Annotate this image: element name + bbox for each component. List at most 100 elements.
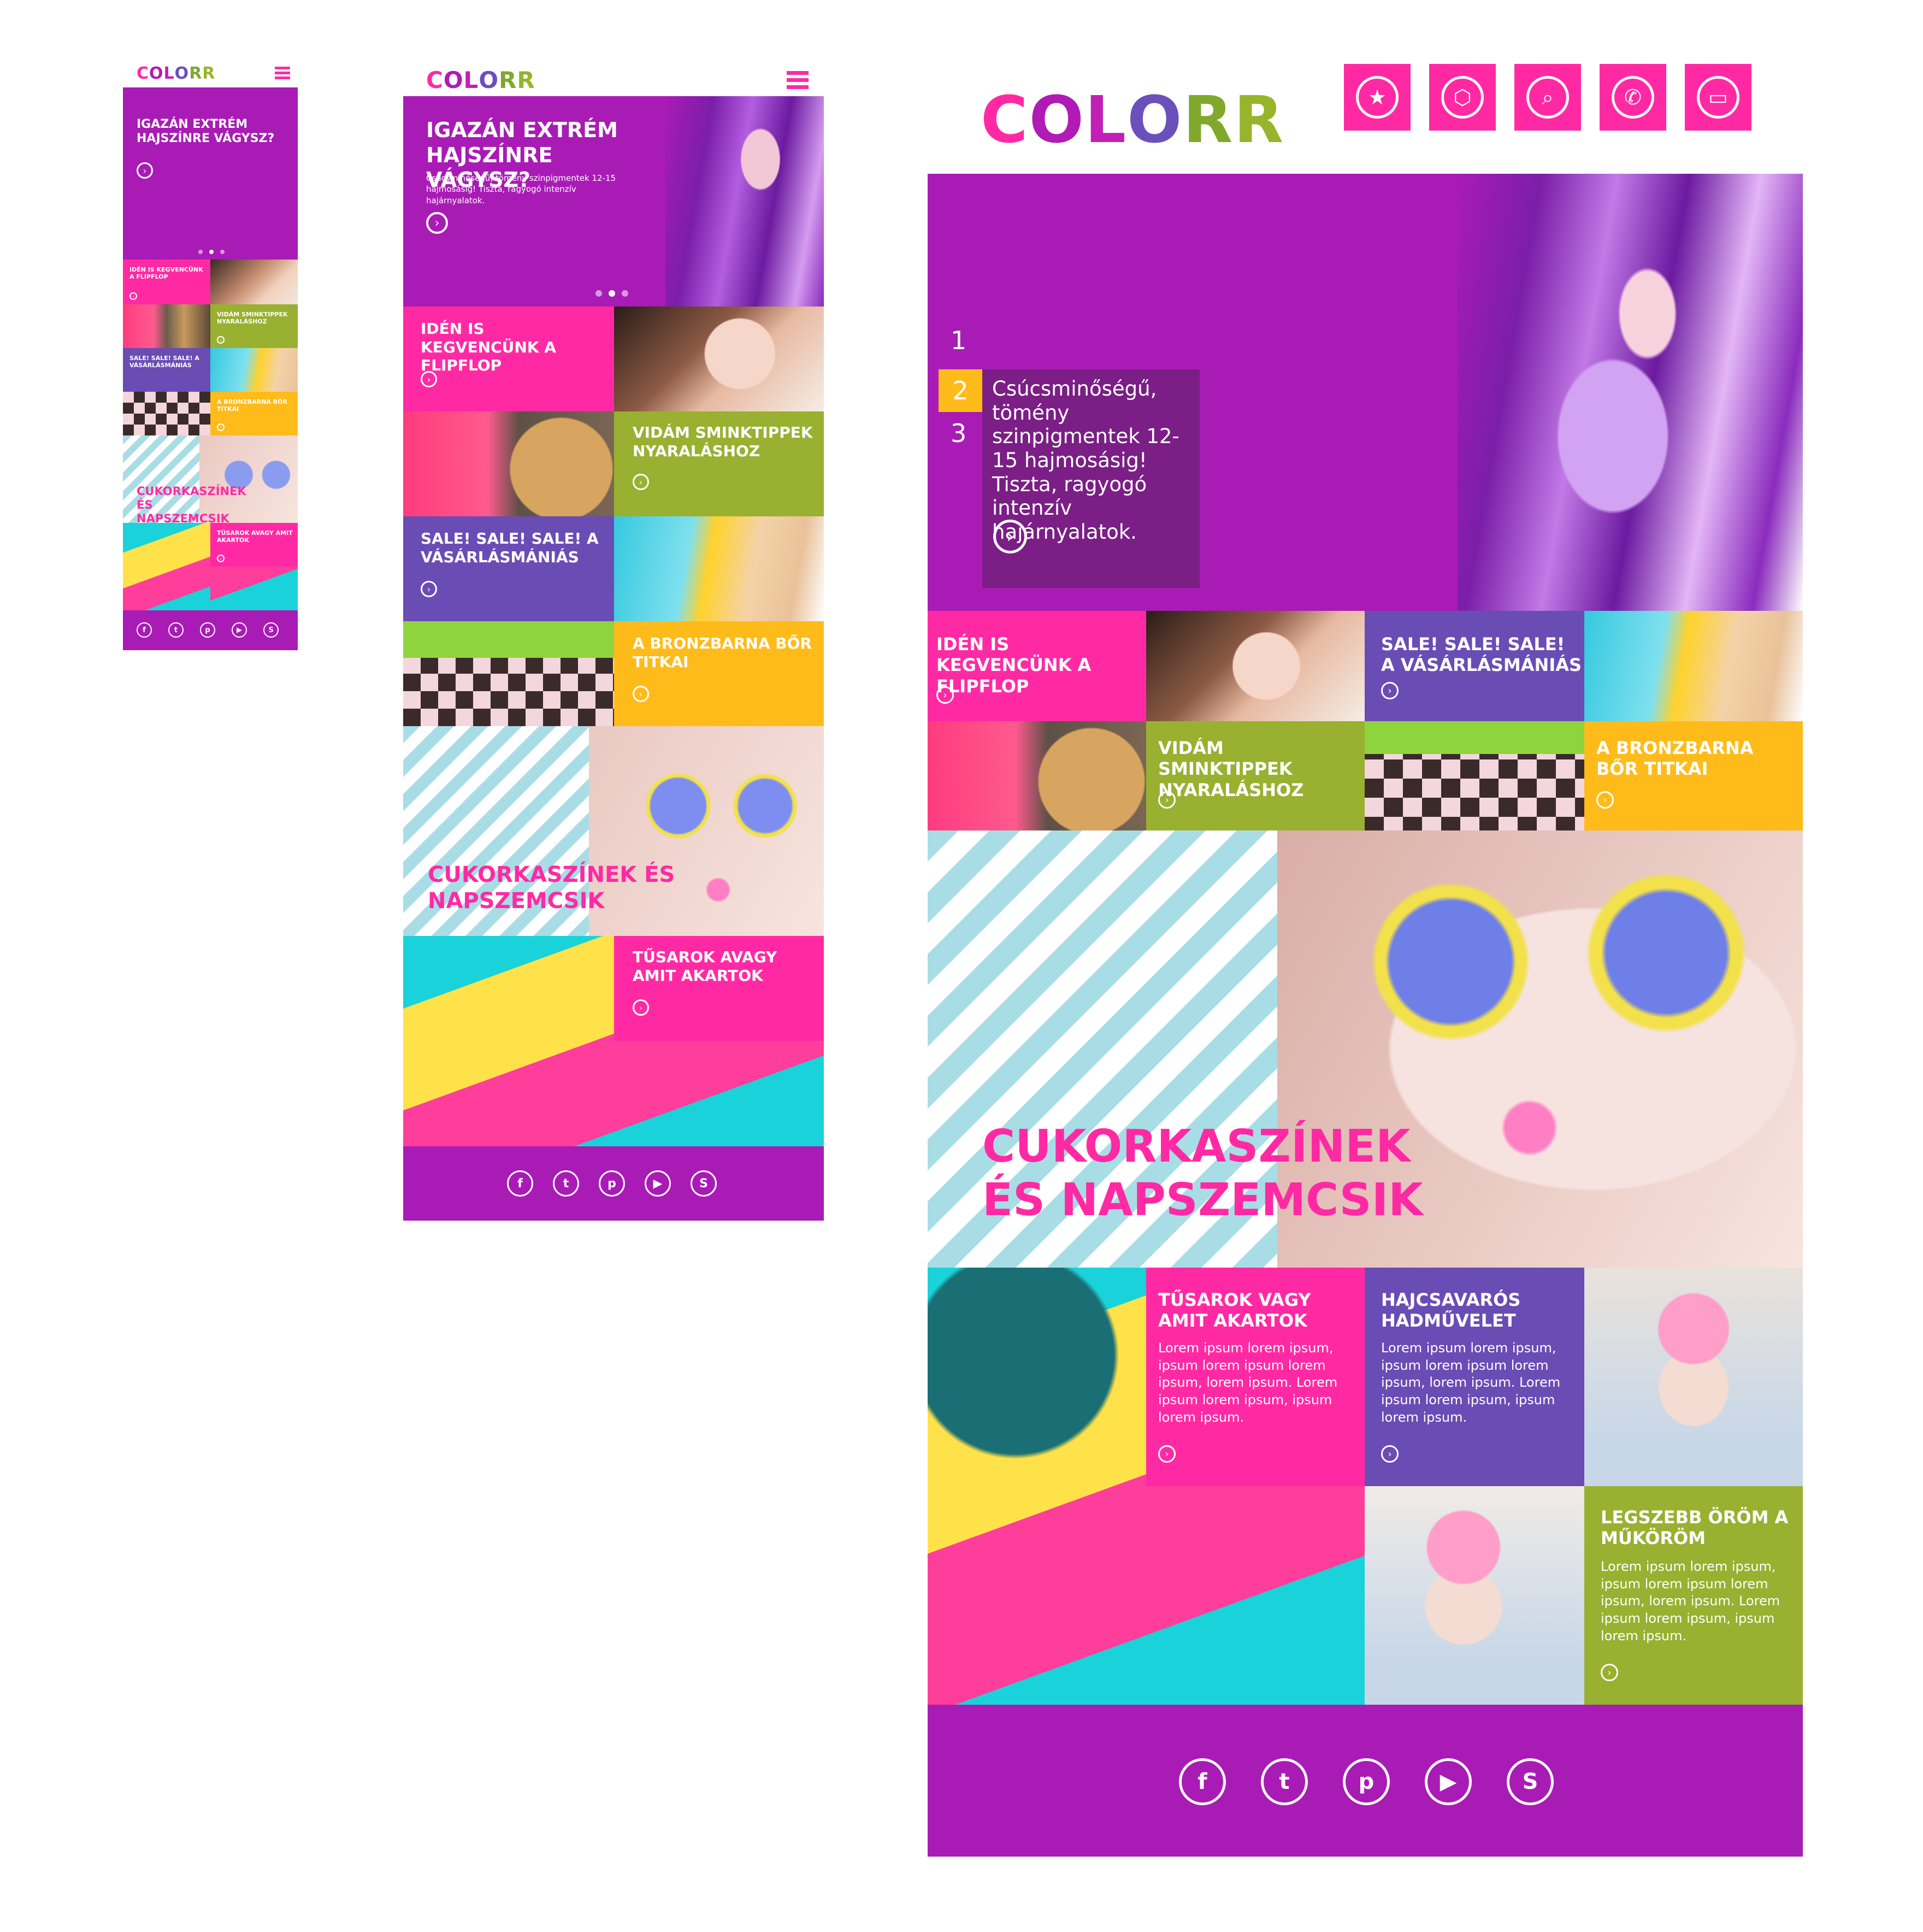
face-image	[210, 260, 298, 304]
skype-icon[interactable]: S	[1507, 1758, 1554, 1805]
star-nav-button[interactable]: ★	[1344, 64, 1411, 131]
hero-banner: IGAZÁN EXTRÉM HAJSZÍNRE VÁGYSZ? ›	[123, 87, 298, 260]
hamburger-menu-icon[interactable]	[275, 67, 290, 80]
pinterest-icon[interactable]: p	[200, 622, 215, 638]
arrow-icon: ›	[1601, 1664, 1618, 1681]
skype-icon[interactable]: S	[691, 1170, 717, 1197]
face-image	[614, 307, 824, 411]
slide-indicator[interactable]	[198, 246, 231, 256]
logo-letter: C	[981, 82, 1029, 157]
logo-letter: R	[1183, 82, 1234, 157]
twitter-icon[interactable]: t	[1261, 1758, 1308, 1805]
arrow-icon: ›	[129, 292, 137, 300]
arrow-icon: ›	[633, 686, 649, 702]
hero-banner: IGAZÁN EXTRÉM HAJSZÍNRE VÁGYSZ? Csúcsmin…	[403, 96, 824, 307]
slide-indicator[interactable]	[595, 288, 635, 299]
facebook-icon[interactable]: f	[507, 1170, 533, 1197]
tile-tusarok[interactable]: TŰSAROK AVAGY AMIT AKARTOK ›	[614, 936, 824, 1041]
logo-letter: R	[517, 67, 535, 93]
phone-icon: ✆	[1612, 76, 1654, 119]
search-icon: ⌕	[1526, 76, 1569, 119]
youtube-icon[interactable]: ▶	[232, 622, 247, 638]
logo-letter: O	[174, 64, 190, 83]
phone-nav-button[interactable]: ✆	[1600, 64, 1666, 131]
slide-number-3[interactable]: 3	[951, 419, 966, 448]
curlers-model-image-2	[1365, 1486, 1584, 1705]
hero-subtitle: Csúcsminőségű, tömény szinpigmentek 12-1…	[992, 377, 1179, 544]
flipflop-image	[403, 411, 614, 516]
facebook-icon[interactable]: f	[137, 622, 152, 638]
youtube-icon[interactable]: ▶	[1425, 1758, 1472, 1805]
logo-letter: O	[1029, 82, 1085, 157]
card-nav-button[interactable]: ▭	[1685, 64, 1751, 131]
arrow-icon: ›	[1158, 791, 1176, 809]
arrow-icon: ›	[217, 555, 225, 562]
footer: f t p ▶ S	[928, 1705, 1803, 1857]
logo-letter: L	[163, 64, 175, 83]
footer: f t p ▶ S	[403, 1146, 824, 1221]
tile-flipflop[interactable]: IDÉN IS KEGVENCÜNK A FLIPFLOP ›	[403, 307, 614, 411]
card-icon: ▭	[1697, 76, 1739, 119]
brand-logo[interactable]: COLORR	[981, 82, 1284, 157]
logo-letter: O	[1127, 82, 1183, 157]
hero-arrow-button[interactable]: ›	[137, 162, 153, 179]
tile-flipflop[interactable]: IDÉN IS KEGVENCÜNK A FLIPFLOP ›	[928, 611, 1146, 721]
logo-letter: R	[499, 67, 517, 93]
arrow-icon: ›	[1381, 682, 1399, 699]
tile-flipflop[interactable]: IDÉN IS KEGVENCÜNK A FLIPFLOP ›	[123, 260, 210, 304]
tile-smink[interactable]: VIDÁM SMINKTIPPEK NYARALÁSHOZ ›	[1146, 721, 1365, 830]
arrow-icon: ›	[1381, 1445, 1399, 1463]
tile-cukor[interactable]: CUKORKASZÍNEK ÉS NAPSZEMCSIK	[123, 435, 298, 523]
tile-cukor[interactable]: CUKORKASZÍNEK ÉS NAPSZEMCSIK	[403, 726, 824, 936]
logo-letter: C	[137, 64, 150, 83]
arrow-icon: ›	[217, 423, 225, 431]
tile-smink[interactable]: VIDÁM SMINKTIPPEK NYARALÁSHOZ ›	[210, 304, 298, 348]
arrow-icon: ›	[421, 581, 437, 597]
hamburger-menu-icon[interactable]	[787, 71, 809, 90]
slide-number-2-active[interactable]: 2	[939, 369, 982, 412]
skype-icon[interactable]: S	[263, 622, 279, 638]
arrow-icon: ›	[633, 999, 649, 1016]
arrow-icon: ›	[217, 336, 225, 344]
flipflop-image	[123, 304, 210, 348]
logo-letter: O	[443, 67, 464, 93]
box-icon: ⬡	[1441, 76, 1484, 119]
tile-sale[interactable]: SALE! SALE! SALE! A VÁSÁRLÁSMÁNIÁS ›	[1365, 611, 1584, 721]
hero-arrow-button[interactable]: ›	[993, 520, 1027, 553]
twitter-icon[interactable]: t	[168, 622, 184, 638]
heels-image-2	[210, 567, 298, 610]
box-nav-button[interactable]: ⬡	[1429, 64, 1496, 131]
slide-caption-box: Csúcsminőségű, tömény szinpigmentek 12-1…	[982, 369, 1200, 588]
tile-tusarok[interactable]: TŰSAROK VAGY AMIT AKARTOK Lorem ipsum lo…	[1146, 1268, 1365, 1486]
tile-tusarok[interactable]: TŰSAROK AVAGY AMIT AKARTOK ›	[210, 523, 298, 567]
curlers-model-image	[1584, 1268, 1803, 1486]
logo-letter: L	[463, 67, 479, 93]
arrow-icon: ›	[421, 371, 437, 387]
face-image	[1146, 611, 1365, 721]
slide-number-1[interactable]: 1	[951, 326, 966, 355]
logo-letter: L	[1084, 82, 1128, 157]
tile-legszebb[interactable]: LEGSZEBB ÖRÖM A MŰKÖRÖM Lorem ipsum lore…	[1584, 1486, 1803, 1705]
brand-logo[interactable]: COLORR	[137, 64, 215, 83]
pinterest-icon[interactable]: p	[1343, 1758, 1390, 1805]
logo-letter: C	[426, 67, 444, 93]
twitter-icon[interactable]: t	[553, 1170, 579, 1197]
hero-banner: 1 2 3 Csúcsminőségű, tömény szinpigmente…	[928, 174, 1803, 611]
tile-hajcsavaros[interactable]: HAJCSAVARÓS HADMŰVELET Lorem ipsum lorem…	[1365, 1268, 1584, 1486]
tile-sale[interactable]: SALE! SALE! SALE! A VÁSÁRLÁSMÁNIÁS	[123, 348, 210, 392]
tile-bronz[interactable]: A BRONZBARNA BŐR TITKAI ›	[210, 392, 298, 435]
tile-smink[interactable]: VIDÁM SMINKTIPPEK NYARALÁSHOZ ›	[614, 411, 824, 516]
tile-bronz[interactable]: A BRONZBARNA BŐR TITKAI ›	[1584, 721, 1803, 830]
youtube-icon[interactable]: ▶	[645, 1170, 671, 1197]
tile-cukor[interactable]: CUKORKASZÍNEK ÉS NAPSZEMCSIK	[928, 830, 1803, 1268]
tile-bronz[interactable]: A BRONZBARNA BŐR TITKAI ›	[614, 621, 824, 726]
hero-arrow-button[interactable]: ›	[426, 212, 448, 234]
checkerboard-image	[403, 621, 614, 726]
logo-letter: O	[149, 64, 164, 83]
tile-sale[interactable]: SALE! SALE! SALE! A VÁSÁRLÁSMÁNIÁS ›	[403, 516, 614, 621]
pool-image	[614, 516, 824, 621]
pinterest-icon[interactable]: p	[599, 1170, 625, 1197]
brand-logo[interactable]: COLORR	[426, 67, 535, 93]
facebook-icon[interactable]: f	[1179, 1758, 1226, 1805]
search-nav-button[interactable]: ⌕	[1514, 64, 1581, 131]
